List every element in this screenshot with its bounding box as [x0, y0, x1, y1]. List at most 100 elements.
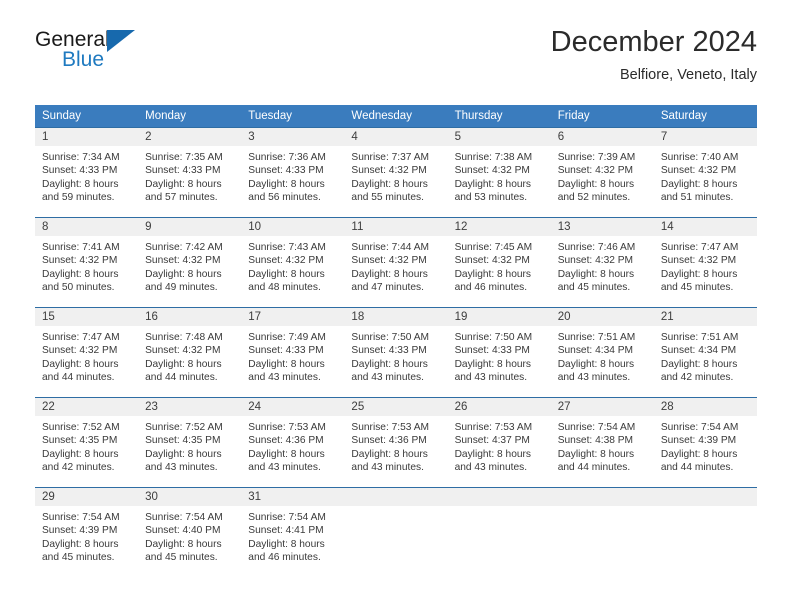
daylight-text-line1: Daylight: 8 hours	[42, 268, 119, 280]
daylight-text-line1: Daylight: 8 hours	[42, 448, 119, 460]
calendar-day-cell-empty	[550, 487, 654, 578]
sunset-text: Sunset: 4:33 PM	[42, 165, 118, 177]
sunset-text: Sunset: 4:32 PM	[557, 165, 634, 177]
day-details	[654, 506, 757, 511]
day-details: Sunrise: 7:42 AM Sunset: 4:32 PM Daylight:…	[138, 236, 241, 295]
daylight-text-line2: and 51 minutes.	[660, 192, 734, 204]
calendar-day-cell-empty	[447, 487, 551, 578]
sunset-text: Sunset: 4:39 PM	[42, 525, 118, 537]
day-details: Sunrise: 7:35 AM Sunset: 4:33 PM Daylight:…	[138, 146, 241, 205]
day-details: Sunrise: 7:36 AM Sunset: 4:33 PM Daylight:…	[241, 146, 344, 205]
daylight-text-line2: and 53 minutes.	[454, 192, 528, 204]
day-number: 4	[344, 128, 448, 146]
calendar-day-cell[interactable]: 17 Sunrise: 7:49 AM Sunset: 4:33 PM Dayligh…	[241, 307, 345, 398]
day-details: Sunrise: 7:53 AM Sunset: 4:36 PM Daylight:…	[344, 416, 447, 475]
daylight-text-line2: and 57 minutes.	[145, 192, 218, 204]
calendar-day-cell[interactable]: 24 Sunrise: 7:53 AM Sunset: 4:36 PM Dayligh…	[241, 397, 345, 488]
daylight-text-line2: and 56 minutes.	[248, 192, 321, 204]
daylight-text-line1: Daylight: 8 hours	[454, 358, 532, 370]
calendar-header-row: Sunday Monday Tuesday Wednesday Thursday…	[35, 105, 757, 128]
sunrise-text: Sunrise: 7:52 AM	[42, 422, 120, 433]
day-number: 22	[35, 398, 139, 416]
daylight-text-line2: and 43 minutes.	[454, 462, 528, 474]
calendar-day-cell[interactable]: 8 Sunrise: 7:41 AM Sunset: 4:32 PM Daylight…	[35, 217, 139, 308]
calendar-day-cell[interactable]: 15 Sunrise: 7:47 AM Sunset: 4:32 PM Dayligh…	[35, 307, 139, 398]
day-number: 18	[344, 308, 448, 326]
day-details: Sunrise: 7:40 AM Sunset: 4:32 PM Daylight:…	[654, 146, 757, 205]
calendar-day-cell[interactable]: 9 Sunrise: 7:42 AM Sunset: 4:32 PM Daylight…	[138, 217, 242, 308]
sunrise-text: Sunrise: 7:49 AM	[248, 332, 326, 343]
calendar-day-cell[interactable]: 26 Sunrise: 7:53 AM Sunset: 4:37 PM Dayligh…	[447, 397, 551, 488]
day-details: Sunrise: 7:49 AM Sunset: 4:33 PM Daylight:…	[241, 326, 344, 385]
sunset-text: Sunset: 4:35 PM	[145, 435, 221, 447]
calendar-day-cell[interactable]: 31 Sunrise: 7:54 AM Sunset: 4:41 PM Dayligh…	[241, 487, 345, 578]
calendar-day-cell[interactable]: 7 Sunrise: 7:40 AM Sunset: 4:32 PM Daylight…	[653, 127, 757, 218]
calendar-day-cell[interactable]: 16 Sunrise: 7:48 AM Sunset: 4:32 PM Dayligh…	[138, 307, 242, 398]
sunset-text: Sunset: 4:36 PM	[248, 435, 324, 447]
calendar-day-cell[interactable]: 14 Sunrise: 7:47 AM Sunset: 4:32 PM Dayligh…	[653, 217, 757, 308]
day-details: Sunrise: 7:38 AM Sunset: 4:32 PM Daylight:…	[448, 146, 551, 205]
calendar-day-cell[interactable]: 21 Sunrise: 7:51 AM Sunset: 4:34 PM Dayligh…	[653, 307, 757, 398]
calendar-day-cell[interactable]: 20 Sunrise: 7:51 AM Sunset: 4:34 PM Dayligh…	[550, 307, 654, 398]
calendar-day-cell[interactable]: 2 Sunrise: 7:35 AM Sunset: 4:33 PM Daylight…	[138, 127, 242, 218]
calendar-day-cell[interactable]: 6 Sunrise: 7:39 AM Sunset: 4:32 PM Daylight…	[550, 127, 654, 218]
day-number: 26	[447, 398, 551, 416]
day-number: 7	[653, 128, 757, 146]
daylight-text-line1: Daylight: 8 hours	[351, 358, 428, 370]
calendar-day-cell[interactable]: 19 Sunrise: 7:50 AM Sunset: 4:33 PM Dayligh…	[447, 307, 551, 398]
daylight-text-line2: and 42 minutes.	[42, 462, 115, 474]
title-block: December 2024 Belfiore, Veneto, Italy	[551, 25, 757, 85]
day-details: Sunrise: 7:45 AM Sunset: 4:32 PM Daylight:…	[448, 236, 551, 295]
calendar-day-cell[interactable]: 22 Sunrise: 7:52 AM Sunset: 4:35 PM Dayligh…	[35, 397, 139, 488]
calendar-day-cell-empty	[344, 487, 448, 578]
sunset-text: Sunset: 4:32 PM	[660, 165, 737, 177]
day-number	[447, 488, 551, 506]
calendar-day-cell[interactable]: 28 Sunrise: 7:54 AM Sunset: 4:39 PM Dayligh…	[653, 397, 757, 488]
day-details: Sunrise: 7:50 AM Sunset: 4:33 PM Daylight:…	[344, 326, 447, 385]
calendar-day-cell[interactable]: 30 Sunrise: 7:54 AM Sunset: 4:40 PM Dayligh…	[138, 487, 242, 578]
calendar-day-cell[interactable]: 4 Sunrise: 7:37 AM Sunset: 4:32 PM Daylight…	[344, 127, 448, 218]
daylight-text-line2: and 46 minutes.	[454, 282, 528, 294]
daylight-text-line2: and 59 minutes.	[42, 192, 115, 204]
sunset-text: Sunset: 4:34 PM	[557, 345, 634, 357]
page-subtitle-location: Belfiore, Veneto, Italy	[619, 67, 757, 83]
daylight-text-line2: and 43 minutes.	[248, 462, 321, 474]
calendar-day-cell[interactable]: 1 Sunrise: 7:34 AM Sunset: 4:33 PM Daylight…	[35, 127, 139, 218]
sunrise-text: Sunrise: 7:48 AM	[145, 332, 223, 343]
daylight-text-line1: Daylight: 8 hours	[660, 358, 738, 370]
calendar-day-cell[interactable]: 5 Sunrise: 7:38 AM Sunset: 4:32 PM Daylight…	[447, 127, 551, 218]
weekday-header-friday: Friday	[550, 105, 654, 128]
day-details: Sunrise: 7:53 AM Sunset: 4:36 PM Daylight:…	[241, 416, 344, 475]
calendar-day-cell[interactable]: 10 Sunrise: 7:43 AM Sunset: 4:32 PM Dayligh…	[241, 217, 345, 308]
general-blue-logo[interactable]: General Blue	[35, 28, 155, 78]
calendar-day-cell[interactable]: 18 Sunrise: 7:50 AM Sunset: 4:33 PM Dayligh…	[344, 307, 448, 398]
calendar-day-cell[interactable]: 11 Sunrise: 7:44 AM Sunset: 4:32 PM Dayligh…	[344, 217, 448, 308]
day-details: Sunrise: 7:48 AM Sunset: 4:32 PM Daylight:…	[138, 326, 241, 385]
daylight-text-line2: and 45 minutes.	[145, 552, 218, 564]
daylight-text-line2: and 45 minutes.	[557, 282, 631, 294]
sunrise-text: Sunrise: 7:54 AM	[557, 422, 636, 433]
calendar-day-cell[interactable]: 12 Sunrise: 7:45 AM Sunset: 4:32 PM Dayligh…	[447, 217, 551, 308]
calendar-day-cell[interactable]: 13 Sunrise: 7:46 AM Sunset: 4:32 PM Dayligh…	[550, 217, 654, 308]
calendar-day-cell[interactable]: 29 Sunrise: 7:54 AM Sunset: 4:39 PM Dayligh…	[35, 487, 139, 578]
sunset-text: Sunset: 4:32 PM	[351, 255, 427, 267]
sunset-text: Sunset: 4:32 PM	[248, 255, 324, 267]
calendar-day-cell[interactable]: 25 Sunrise: 7:53 AM Sunset: 4:36 PM Dayligh…	[344, 397, 448, 488]
sunrise-text: Sunrise: 7:53 AM	[351, 422, 430, 433]
daylight-text-line2: and 45 minutes.	[42, 552, 115, 564]
day-number: 5	[447, 128, 551, 146]
calendar-day-cell[interactable]: 3 Sunrise: 7:36 AM Sunset: 4:33 PM Daylight…	[241, 127, 345, 218]
sunrise-text: Sunrise: 7:46 AM	[557, 242, 636, 253]
day-number: 14	[653, 218, 757, 236]
day-number: 31	[241, 488, 345, 506]
daylight-text-line1: Daylight: 8 hours	[42, 538, 119, 550]
sunset-text: Sunset: 4:32 PM	[454, 255, 530, 267]
sunrise-text: Sunrise: 7:51 AM	[660, 332, 739, 343]
sunset-text: Sunset: 4:32 PM	[351, 165, 427, 177]
sunrise-text: Sunrise: 7:34 AM	[42, 152, 120, 163]
calendar-day-cell[interactable]: 23 Sunrise: 7:52 AM Sunset: 4:35 PM Dayligh…	[138, 397, 242, 488]
day-details: Sunrise: 7:46 AM Sunset: 4:32 PM Daylight:…	[551, 236, 654, 295]
sunset-text: Sunset: 4:37 PM	[454, 435, 530, 447]
sunrise-text: Sunrise: 7:42 AM	[145, 242, 223, 253]
calendar-day-cell[interactable]: 27 Sunrise: 7:54 AM Sunset: 4:38 PM Dayligh…	[550, 397, 654, 488]
